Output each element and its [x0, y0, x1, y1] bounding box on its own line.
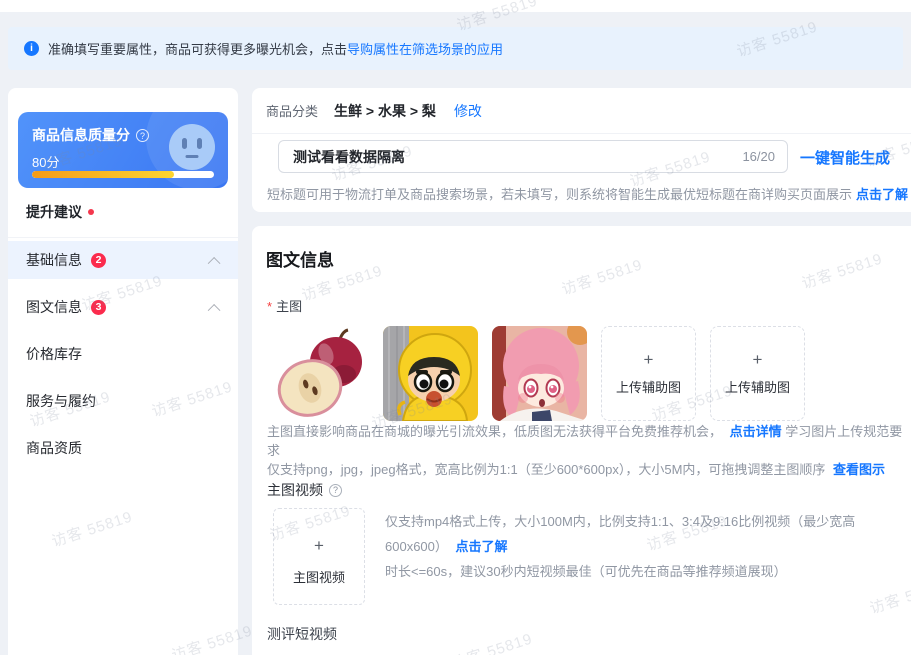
short-title-input[interactable]	[291, 148, 734, 166]
required-asterisk: *	[267, 299, 272, 314]
video-hint-line1: 仅支持mp4格式上传，大小100M内，比例支持1:1、3:4及9:16比例视频（…	[385, 509, 911, 559]
sidebar-item-price-stock[interactable]: 价格库存	[8, 335, 238, 373]
short-title-input-wrap: 16/20	[278, 140, 788, 173]
chevron-up-icon[interactable]	[208, 256, 221, 269]
section-title: 图文信息	[266, 246, 334, 271]
plus-icon: +	[314, 537, 324, 554]
sidebar-item-qualification[interactable]: 商品资质	[8, 429, 238, 467]
error-count-badge: 2	[91, 253, 106, 268]
banner-text: 准确填写重要属性，商品可获得更多曝光机会，点击导购属性在筛选场景的应用	[48, 39, 503, 58]
sidebar: 商品信息质量分 ? 80分 提升建议 基础信息 2 图文信息 3 价格库存	[8, 88, 238, 655]
banner-text-plain: 准确填写重要属性，商品可获得更多曝光机会，点击	[48, 42, 347, 57]
red-dot-icon	[88, 209, 94, 215]
main-video-label: 主图视频 ?	[267, 480, 342, 500]
question-circle-icon[interactable]: ?	[329, 484, 342, 497]
category-row: 商品分类 生鲜 > 水果 > 梨 修改	[252, 88, 911, 134]
main-video-label-text: 主图视频	[267, 480, 323, 500]
neutral-face-icon	[169, 124, 215, 170]
info-icon: i	[24, 41, 39, 56]
main-image-label: * 主图	[267, 296, 302, 315]
media-panel: 图文信息 * 主图	[252, 226, 911, 655]
hint-text: 主图直接影响商品在商城的曝光引流效果，低质图无法获得平台免费推荐机会，	[267, 424, 722, 439]
category-label: 商品分类	[266, 101, 318, 120]
main-image-hints: 主图直接影响商品在商城的曝光引流效果，低质图无法获得平台免费推荐机会， 点击详情…	[267, 422, 911, 479]
suggestions-header: 提升建议	[26, 202, 94, 222]
upload-aux-image-button[interactable]: + 上传辅助图	[601, 326, 696, 421]
main-image-list: + 上传辅助图 + 上传辅助图	[274, 326, 805, 421]
quality-score-card: 商品信息质量分 ? 80分	[18, 112, 228, 188]
short-title-hint: 短标题可用于物流打单及商品搜索场景，若未填写，则系统将智能生成最优短标题在商详购…	[267, 184, 908, 203]
category-breadcrumb: 生鲜 > 水果 > 梨	[334, 101, 436, 121]
main-image-label-text: 主图	[276, 299, 302, 314]
short-title-hint-text: 短标题可用于物流打单及商品搜索场景，若未填写，则系统将智能生成最优短标题在商详购…	[267, 187, 852, 202]
upload-main-video-button[interactable]: + 主图视频	[273, 508, 365, 605]
error-count-badge: 3	[91, 300, 106, 315]
sidebar-item-media-info[interactable]: 图文信息 3	[8, 288, 238, 326]
cartoon-boy-graphic	[383, 326, 478, 421]
score-card-title: 商品信息质量分	[32, 125, 130, 145]
learn-more-link[interactable]: 点击了解	[456, 539, 508, 554]
upload-aux-label: 上传辅助图	[725, 377, 790, 396]
suggestions-label: 提升建议	[26, 202, 82, 222]
upload-aux-label: 上传辅助图	[616, 377, 681, 396]
score-progress-fill	[32, 171, 174, 178]
upload-aux-image-button[interactable]: + 上传辅助图	[710, 326, 805, 421]
sidebar-item-label: 价格库存	[26, 344, 82, 364]
product-image-cartoon-boy[interactable]	[383, 326, 478, 421]
video-upload-label: 主图视频	[293, 567, 345, 586]
sidebar-item-basic-info[interactable]: 基础信息 2	[8, 241, 238, 279]
product-edit-page: i 准确填写重要属性，商品可获得更多曝光机会，点击导购属性在筛选场景的应用 商品…	[0, 0, 911, 655]
notice-banner: i 准确填写重要属性，商品可获得更多曝光机会，点击导购属性在筛选场景的应用	[8, 27, 903, 70]
divider	[8, 237, 238, 238]
product-image-anime-girl[interactable]	[492, 326, 587, 421]
view-diagram-link[interactable]: 查看图示	[833, 462, 885, 477]
sidebar-item-label: 图文信息	[26, 297, 82, 317]
plus-icon: +	[644, 351, 654, 368]
sidebar-item-service[interactable]: 服务与履约	[8, 382, 238, 420]
main-video-hints: 仅支持mp4格式上传，大小100M内，比例支持1:1、3:4及9:16比例视频（…	[385, 509, 911, 584]
score-progress-track	[32, 171, 214, 178]
apple-photo-graphic	[274, 326, 369, 421]
image-hint-line1: 主图直接影响商品在商城的曝光引流效果，低质图无法获得平台免费推荐机会， 点击详情…	[267, 422, 911, 460]
hint-text: 时长<=60s，建议30秒内短视频最佳（可优先在商品等推荐频道展现）	[385, 564, 787, 579]
char-counter: 16/20	[742, 149, 775, 164]
learn-more-link[interactable]: 点击了解	[856, 187, 908, 202]
hint-text: 仅支持png，jpg，jpeg格式，宽高比例为1:1（至少600*600px），…	[267, 462, 825, 477]
banner-guide-link[interactable]: 导购属性在筛选场景的应用	[347, 42, 503, 57]
product-image-apple[interactable]	[274, 326, 369, 421]
anime-girl-graphic	[492, 326, 587, 421]
category-title-panel: 商品分类 生鲜 > 水果 > 梨 修改 16/20 一键智能生成 短标题可用于物…	[252, 88, 911, 212]
review-video-label: 测评短视频	[267, 624, 337, 644]
sidebar-item-label: 商品资质	[26, 438, 82, 458]
image-hint-line2: 仅支持png，jpg，jpeg格式，宽高比例为1:1（至少600*600px），…	[267, 460, 911, 479]
sidebar-item-label: 服务与履约	[26, 391, 96, 411]
category-edit-link[interactable]: 修改	[454, 101, 482, 121]
chevron-up-icon[interactable]	[208, 303, 221, 316]
sidebar-item-label: 基础信息	[26, 250, 82, 270]
top-strip	[0, 0, 911, 12]
plus-icon: +	[753, 351, 763, 368]
click-details-link[interactable]: 点击详情	[730, 424, 782, 439]
video-hint-line2: 时长<=60s，建议30秒内短视频最佳（可优先在商品等推荐频道展现）	[385, 559, 911, 584]
smart-generate-link[interactable]: 一键智能生成	[800, 147, 890, 168]
